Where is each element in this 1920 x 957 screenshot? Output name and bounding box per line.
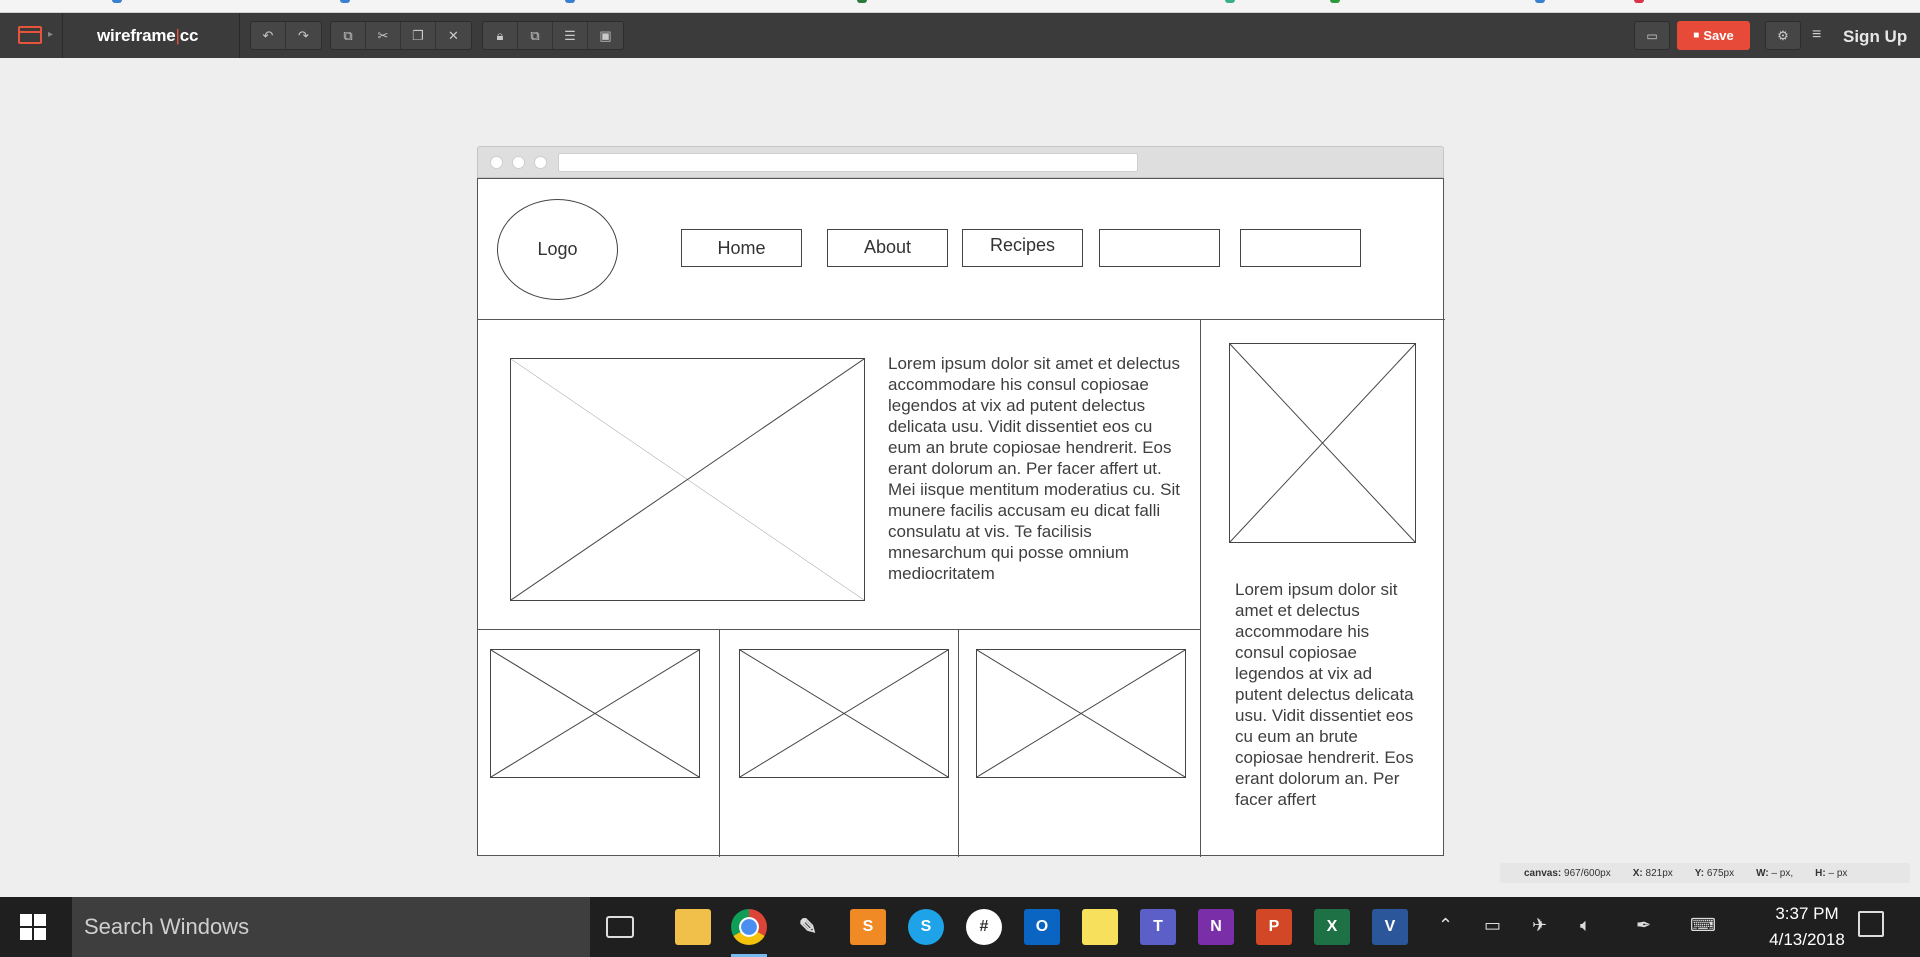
save-button[interactable]: ■ Save — [1677, 21, 1750, 50]
comment-icon[interactable]: ▭ — [1634, 21, 1670, 50]
battery-icon[interactable]: ▭ — [1484, 915, 1501, 936]
lock-icon[interactable]: 🔒︎ — [483, 22, 518, 49]
image-placeholder-main[interactable] — [510, 358, 865, 601]
onenote-icon[interactable]: N — [1198, 909, 1234, 945]
arrange-group: 🔒︎ ⧉ ☰ ▣ — [482, 21, 624, 50]
delete-icon[interactable]: ✕ — [436, 22, 471, 49]
keyboard-icon[interactable]: ⌨ — [1690, 915, 1716, 936]
windows-taskbar: Search Windows ✎ S S # O T N P X V ⌃ ▭ ✈… — [0, 897, 1920, 957]
group-icon[interactable]: ▣ — [588, 22, 623, 49]
clock-date[interactable]: 4/13/2018 — [1752, 930, 1862, 950]
copy-icon[interactable]: ⧉ — [331, 22, 366, 49]
powerpoint-icon[interactable]: P — [1256, 909, 1292, 945]
window-dot — [534, 156, 547, 169]
app-menu-icon[interactable] — [18, 26, 42, 44]
image-placeholder-card[interactable] — [739, 649, 949, 778]
canvas-size-readout: canvas: 967/600px — [1524, 867, 1611, 879]
airplane-icon[interactable]: ✈ — [1532, 915, 1547, 936]
arrange-icon[interactable]: ⧉ — [518, 22, 553, 49]
nav-box-home[interactable]: Home — [681, 229, 802, 267]
nav-box-empty[interactable] — [1099, 229, 1220, 267]
sublime-text-icon[interactable]: S — [850, 909, 886, 945]
column-divider — [958, 629, 959, 857]
column-divider — [719, 629, 720, 857]
image-placeholder-card[interactable] — [490, 649, 700, 778]
windows-start-icon[interactable] — [20, 914, 46, 940]
canvas-status-bar: canvas: 967/600px X: 821px Y: 675px W: –… — [1500, 863, 1910, 883]
w-readout: W: – px, — [1756, 867, 1794, 879]
window-dot — [490, 156, 503, 169]
sticky-notes-icon[interactable] — [1082, 909, 1118, 945]
task-view-icon[interactable] — [606, 916, 634, 938]
header-divider — [478, 319, 1445, 320]
align-icon[interactable]: ☰ — [553, 22, 588, 49]
wireframe-canvas[interactable]: Logo Home About Recipes Lorem ipsum dolo… — [477, 178, 1445, 857]
brand-logo: wireframe|cc — [97, 26, 199, 45]
paste-icon[interactable]: ❐ — [401, 22, 436, 49]
outlook-icon[interactable]: O — [1024, 909, 1060, 945]
file-explorer-icon[interactable] — [675, 909, 711, 945]
volume-icon[interactable]: 🔈︎ — [1580, 915, 1591, 936]
slack-icon[interactable]: # — [966, 909, 1002, 945]
teams-icon[interactable]: T — [1140, 909, 1176, 945]
skype-icon[interactable]: S — [908, 909, 944, 945]
cut-icon[interactable]: ✂ — [366, 22, 401, 49]
pen-icon[interactable]: ✒ — [1636, 915, 1651, 936]
clock-time[interactable]: 3:37 PM — [1752, 904, 1862, 924]
history-group: ↶ ↷ — [250, 21, 322, 50]
x-readout: X: 821px — [1632, 867, 1673, 879]
app-toolbar: ▸ wireframe|cc ↶ ↷ ⧉ ✂ ❐ ✕ 🔒︎ ⧉ ☰ ▣ ▭ ■ S… — [0, 13, 1920, 58]
floppy-icon: ■ — [1693, 30, 1700, 41]
h-readout: H: – px — [1815, 867, 1848, 879]
bookmarks-bar-remnant — [0, 0, 1920, 13]
sidebar-divider — [1200, 319, 1201, 857]
image-placeholder-sidebar[interactable] — [1229, 343, 1416, 543]
window-dot — [512, 156, 525, 169]
edit-group: ⧉ ✂ ❐ ✕ — [330, 21, 472, 50]
chrome-icon[interactable] — [731, 909, 767, 957]
settings-icon[interactable]: ⚙ — [1765, 21, 1801, 50]
sign-up-link[interactable]: Sign Up — [1843, 27, 1907, 47]
nav-box-empty[interactable] — [1240, 229, 1361, 267]
redo-icon[interactable]: ↷ — [286, 22, 321, 49]
paint-icon[interactable]: ✎ — [790, 909, 826, 945]
taskbar-search-input[interactable]: Search Windows — [72, 897, 590, 957]
wireframe-url-bar — [558, 153, 1138, 172]
nav-box-about[interactable]: About — [827, 229, 948, 267]
caret-right-icon: ▸ — [48, 29, 54, 40]
visio-icon[interactable]: V — [1372, 909, 1408, 945]
main-text-block[interactable]: Lorem ipsum dolor sit amet et delectus a… — [888, 353, 1188, 584]
menu-icon[interactable]: ≡ — [1812, 26, 1821, 44]
content-divider — [478, 629, 1200, 630]
nav-box-recipes[interactable]: Recipes — [962, 229, 1083, 267]
undo-icon[interactable]: ↶ — [251, 22, 286, 49]
notification-icon[interactable] — [1858, 911, 1884, 937]
chevron-up-icon[interactable]: ⌃ — [1438, 915, 1453, 936]
wireframe-browser-bar — [477, 146, 1444, 178]
sidebar-text-block[interactable]: Lorem ipsum dolor sit amet et delectus a… — [1235, 579, 1421, 810]
image-placeholder-card[interactable] — [976, 649, 1186, 778]
excel-icon[interactable]: X — [1314, 909, 1350, 945]
y-readout: Y: 675px — [1694, 867, 1735, 879]
wireframe-logo[interactable]: Logo — [497, 199, 618, 300]
